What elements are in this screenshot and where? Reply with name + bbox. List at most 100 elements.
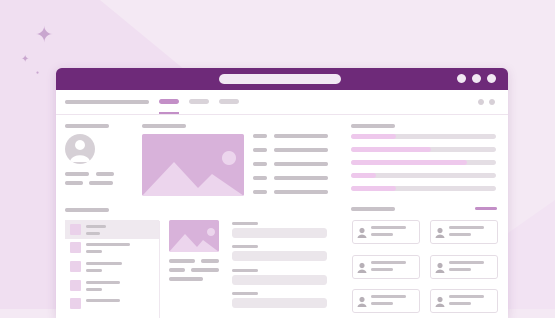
detail-value — [274, 176, 328, 180]
detail-key — [253, 148, 267, 152]
form-input[interactable] — [232, 298, 327, 308]
address-bar[interactable] — [219, 74, 341, 84]
person-name-line — [449, 295, 484, 298]
detail-value — [274, 190, 328, 194]
list-item-subtitle — [86, 269, 102, 272]
person-avatar — [435, 260, 445, 273]
toolbar-icon-2[interactable] — [489, 99, 495, 105]
hero-image-placeholder — [142, 134, 244, 196]
people-heading — [351, 207, 395, 211]
list-item-subtitle — [86, 250, 102, 253]
sparkle-icon-large: ✦ — [35, 22, 54, 47]
user-avatar-icon — [357, 262, 367, 273]
person-role-line — [371, 233, 393, 236]
image-placeholder-icon — [142, 151, 244, 196]
caption-line — [201, 259, 219, 263]
caption-line — [169, 259, 195, 263]
user-avatar-icon — [435, 296, 445, 307]
tab-active[interactable] — [159, 99, 179, 104]
list-item-subtitle — [86, 232, 100, 235]
sparkle-icon-medium: ✦ — [21, 54, 30, 65]
hero-heading — [142, 124, 186, 128]
user-avatar-icon — [357, 227, 367, 238]
detail-value — [274, 148, 328, 152]
thumbnail-image-placeholder — [169, 220, 219, 252]
progress-fill — [351, 134, 396, 139]
profile-avatar — [65, 134, 95, 164]
toolbar-icon-1[interactable] — [478, 99, 484, 105]
list-item-thumbnail — [70, 280, 81, 291]
progress-fill — [351, 147, 431, 152]
tab-3[interactable] — [219, 99, 239, 104]
person-role-line — [371, 302, 393, 305]
progress-track — [351, 186, 496, 191]
user-avatar-icon — [357, 296, 367, 307]
progress-track — [351, 134, 496, 139]
profile-line — [89, 181, 113, 185]
person-role-line — [449, 233, 471, 236]
progress-fill — [351, 173, 376, 178]
person-avatar — [357, 294, 367, 307]
detail-value — [274, 134, 328, 138]
window-control-minimize[interactable] — [457, 74, 466, 83]
user-avatar-icon — [70, 140, 90, 162]
person-card[interactable] — [352, 255, 420, 279]
form-input[interactable] — [232, 275, 327, 285]
progress-fill — [351, 160, 467, 165]
detail-key — [253, 134, 267, 138]
list-item-thumbnail — [70, 298, 81, 309]
person-name-line — [371, 295, 406, 298]
list-item-thumbnail — [70, 261, 81, 272]
person-role-line — [449, 268, 471, 271]
detail-key — [253, 162, 267, 166]
person-avatar — [357, 260, 367, 273]
form-label — [232, 292, 258, 295]
tab-active-underline — [159, 112, 179, 114]
user-avatar-icon — [435, 262, 445, 273]
list-heading — [65, 208, 109, 212]
form-input[interactable] — [232, 251, 327, 261]
person-name-line — [371, 261, 406, 264]
person-card[interactable] — [430, 255, 498, 279]
app-name-placeholder — [65, 100, 149, 104]
list-item-subtitle — [86, 288, 102, 291]
sparkle-icon-small: ● — [36, 70, 40, 76]
person-card[interactable] — [430, 220, 498, 244]
list-item-thumbnail — [70, 224, 81, 235]
tab-2[interactable] — [189, 99, 209, 104]
progress-track — [351, 147, 496, 152]
list-item-title — [86, 262, 122, 265]
progress-heading — [351, 124, 395, 128]
form-label — [232, 245, 258, 248]
more-link[interactable] — [475, 207, 497, 210]
browser-window — [56, 68, 508, 318]
list-item-title — [86, 243, 130, 246]
image-placeholder-icon — [169, 228, 219, 252]
detail-key — [253, 190, 267, 194]
profile-line — [96, 172, 114, 176]
person-name-line — [449, 261, 484, 264]
form-label — [232, 269, 258, 272]
person-avatar — [435, 225, 445, 238]
progress-track — [351, 160, 496, 165]
title-bar — [56, 68, 508, 90]
form-input[interactable] — [232, 228, 327, 238]
progress-fill — [351, 186, 396, 191]
person-card[interactable] — [352, 220, 420, 244]
person-name-line — [449, 226, 484, 229]
detail-key — [253, 176, 267, 180]
person-role-line — [449, 302, 471, 305]
profile-line — [65, 172, 89, 176]
caption-line — [169, 268, 185, 272]
caption-line — [191, 268, 219, 272]
person-name-line — [371, 226, 406, 229]
toolbar — [56, 90, 508, 115]
list-item-thumbnail — [70, 242, 81, 253]
person-card[interactable] — [430, 289, 498, 313]
window-control-close[interactable] — [487, 74, 496, 83]
window-control-maximize[interactable] — [472, 74, 481, 83]
list-item-title — [86, 225, 106, 228]
profile-heading — [65, 124, 109, 128]
person-avatar — [357, 225, 367, 238]
person-card[interactable] — [352, 289, 420, 313]
